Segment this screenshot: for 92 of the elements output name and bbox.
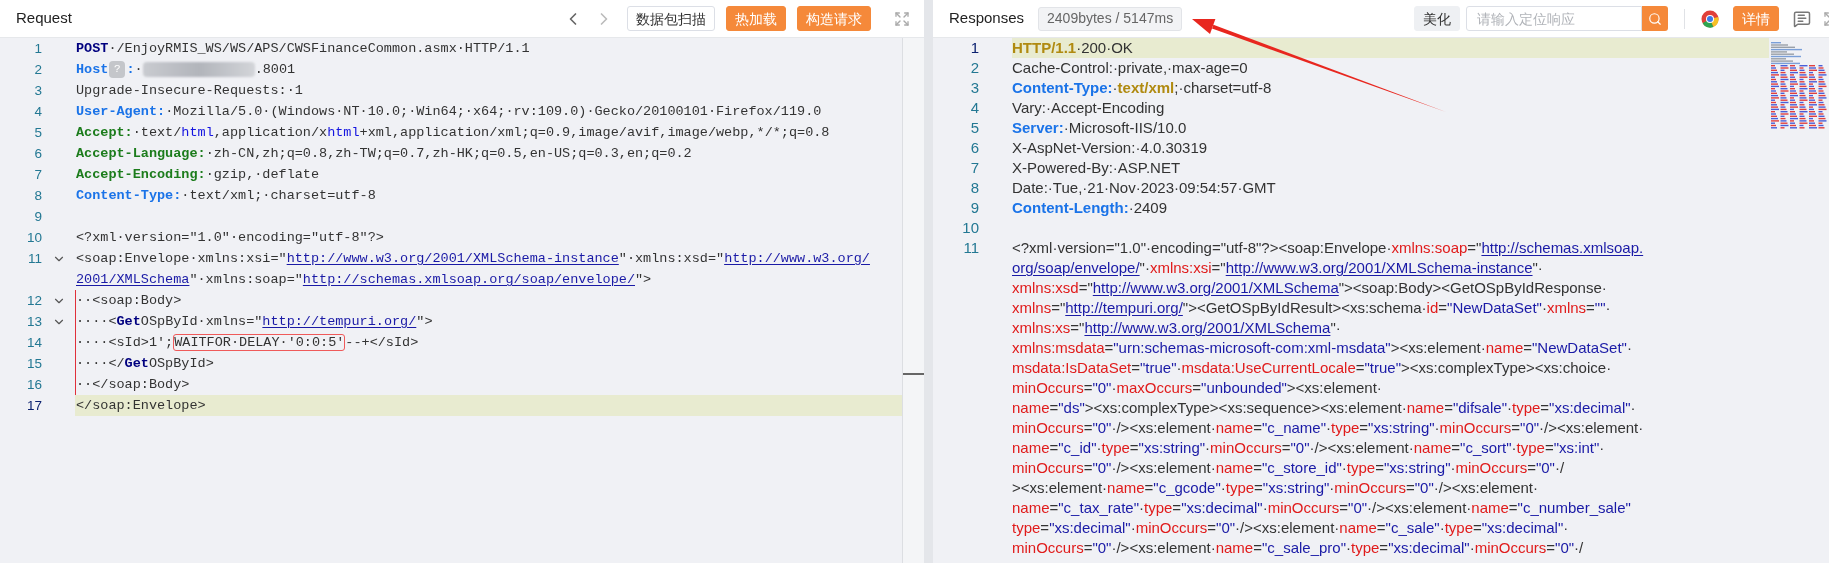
- line-number: 5: [969, 118, 979, 138]
- code-line: xmlns:msdata="urn:schemas-microsoft-com:xml-msdata"><xs:element·name="NewDataSet"·: [1012, 338, 1633, 358]
- code-line: ····<GetOSpById·xmlns="http://tempuri.org/">: [76, 313, 434, 331]
- search-icon: [1648, 11, 1662, 26]
- code-text: ····<sId>1';: [76, 335, 174, 350]
- search-field[interactable]: 请输入定位响应: [1466, 6, 1642, 31]
- browser-icon[interactable]: [1701, 9, 1719, 28]
- line-number: 2: [33, 61, 42, 79]
- code-line: name="c_id"·type="xs:string"·minOccurs="0"·/><xs:element·name="c_sort"·type="xs:int"·: [1012, 438, 1606, 458]
- code-line: Content-Type:·text/xml;·charset=utf-8: [1012, 78, 1273, 98]
- code-line: X-AspNet-Version:·4.0.30319: [1012, 138, 1209, 158]
- code-line: Upgrade-Insecure-Requests:·1: [76, 82, 304, 100]
- line-number: 7: [33, 166, 42, 184]
- line-number: 16: [25, 376, 42, 394]
- line-number: 8: [33, 187, 42, 205]
- line-number: 4: [969, 98, 979, 118]
- line-number: 6: [33, 145, 42, 163]
- line-number: 7: [969, 158, 979, 178]
- line-number: 11: [27, 250, 42, 268]
- code-line: X-Powered-By:·ASP.NET: [1012, 158, 1182, 178]
- line-number: 9: [33, 208, 42, 226]
- code-line: xmlns:xsd="http://www.w3.org/2001/XMLSchema"><soap:Body><GetOSpByIdResponse·: [1012, 278, 1608, 298]
- code-line: <?xml·version="1.0"·encoding="utf-8"?>: [76, 229, 385, 247]
- line-number: 3: [969, 78, 979, 98]
- toolbar-button[interactable]: 美化: [1414, 6, 1460, 31]
- line-number: 17: [25, 397, 42, 415]
- expand-icon[interactable]: [894, 10, 910, 27]
- line-number: 14: [25, 334, 42, 352]
- code-line: xmlns:xs="http://www.w3.org/2001/XMLSchema"·: [1012, 318, 1342, 338]
- toolbar-button[interactable]: 数据包扫描: [627, 6, 715, 31]
- code-line: Date:·Tue,·21·Nov·2023·09:54:57·GMT: [1012, 178, 1277, 198]
- code-line: POST·/EnjoyRMIS_WS/WS/APS/CWSFinanceCommon.asmx·HTTP/1.1: [76, 40, 531, 58]
- line-number: 3: [33, 82, 42, 100]
- help-badge[interactable]: ?: [109, 60, 126, 78]
- line-number: 10: [25, 229, 42, 247]
- code-text: ·: [134, 62, 143, 77]
- line-number: 8: [969, 178, 979, 198]
- code-line: HTTP/1.1·200·OK: [1012, 38, 1134, 58]
- scrollbar-track[interactable]: [902, 38, 924, 563]
- code-line: <soap:Envelope·xmlns:xsi="http://www.w3.org/2001/XMLSchema-instance"·xmlns:xsd="http://www.w3.org/: [76, 250, 871, 268]
- code-line: minOccurs="0"·/><xs:element·name="c_name"·type="xs:string"·minOccurs="0"·/><xs:element·: [1012, 418, 1645, 438]
- minimap-drawing[interactable]: [1769, 40, 1829, 132]
- code-line: msdata:IsDataSet="true"·msdata:UseCurrentLocale="true"><xs:complexType><xs:choice·: [1012, 358, 1613, 378]
- code-line: ··</soap:Body>: [76, 376, 191, 394]
- toolbar-button[interactable]: 热加载: [726, 6, 786, 31]
- code-line: minOccurs="0"·maxOccurs="unbounded"><xs:element·: [1012, 378, 1383, 398]
- code-line: </soap:Envelope>: [76, 397, 207, 415]
- line-number: 4: [33, 103, 42, 121]
- code-text: --+</sId>: [345, 335, 419, 350]
- code-line: Content-Length:·2409: [1012, 198, 1168, 218]
- code-line: <?xml·version="1.0"·encoding="utf-8"?><soap:Envelope·xmlns:soap="http://schemas.xmlsoap.: [1012, 238, 1645, 258]
- code-line: org/soap/envelope/"·xmlns:xsi="http://www.w3.org/2001/XMLSchema-instance"·: [1012, 258, 1544, 278]
- toolbar-button[interactable]: 构造请求: [797, 6, 871, 31]
- code-line: minOccurs="0"·/><xs:element·name="c_sale_pro"·type="xs:decimal"·minOccurs="0"·/: [1012, 538, 1585, 558]
- code-line: ····</GetOSpById>: [76, 355, 215, 373]
- highlight-box: WAITFOR·DELAY·'0:0:5': [173, 334, 346, 351]
- line-number: 13: [25, 313, 42, 331]
- line-number: 5: [33, 124, 42, 142]
- line-number: 1: [969, 38, 979, 58]
- code-line: minOccurs="0"·/><xs:element·name="c_store_id"·type="xs:string"·minOccurs="0"·/: [1012, 458, 1566, 478]
- line-number: 15: [25, 355, 42, 373]
- code-line: Server:·Microsoft-IIS/10.0: [1012, 118, 1188, 138]
- line-number: 11: [962, 238, 979, 258]
- code-line: ··<soap:Body>: [76, 292, 183, 310]
- panel-title: Responses: [949, 8, 1025, 29]
- comment-icon[interactable]: [1793, 9, 1811, 28]
- code-line: Accept-Language:·zh-CN,zh;q=0.8,zh-TW;q=0.7,zh-HK;q=0.5,en-US;q=0.3,en;q=0.2: [76, 145, 693, 163]
- code-text: Host: [76, 62, 109, 77]
- code-text: .8001: [254, 62, 296, 77]
- stats-badge: 2409bytes / 5147ms: [1038, 6, 1183, 31]
- line-number: 9: [969, 198, 979, 218]
- code-line: User-Agent:·Mozilla/5.0·(Windows·NT·10.0;·Win64;·x64;·rv:109.0)·Gecko/20100101·Firefox/119.0: [76, 103, 823, 121]
- code-line: type="xs:decimal"·minOccurs="0"·/><xs:element·name="c_sale"·type="xs:decimal"·: [1012, 518, 1570, 538]
- code-line: Accept:·text/html,application/xhtml+xml,application/xml;q=0.9,image/avif,image/webp,*/*;q=0.8: [76, 124, 831, 142]
- toolbar-button[interactable]: 详情: [1733, 6, 1779, 31]
- code-line: Cache-Control:·private,·max-age=0: [1012, 58, 1249, 78]
- line-number: 12: [25, 292, 42, 310]
- code-line: Accept-Encoding:·gzip,·deflate: [76, 166, 321, 184]
- line-number: 2: [969, 58, 979, 78]
- code-line: 2001/XMLSchema"·xmlns:soap="http://schemas.xmlsoap.org/soap/envelope/">: [76, 271, 653, 289]
- line-number: 6: [969, 138, 979, 158]
- code-line: Vary:·Accept-Encoding: [1012, 98, 1166, 118]
- code-line: name="ds"><xs:complexType><xs:sequence><xs:element·name="difsale"·type="xs:decimal"·: [1012, 398, 1637, 418]
- code-line: ><xs:element·name="c_gcode"·type="xs:string"·minOccurs="0"·/><xs:element·: [1012, 478, 1539, 498]
- scroll-marker: [903, 373, 924, 375]
- code-text: :: [126, 62, 135, 77]
- code-line: xmlns="http://tempuri.org/"><GetOSpByIdResult><xs:schema·id="NewDataSet"·xmlns=""·: [1012, 298, 1612, 318]
- line-number: 1: [33, 40, 42, 58]
- code-line: name="c_tax_rate"·type="xs:decimal"·minOccurs="0"·/><xs:element·name="c_number_sale": [1012, 498, 1632, 518]
- panel-title: Request: [16, 8, 72, 29]
- code-line: Content-Type:·text/xml;·charset=utf-8: [76, 187, 377, 205]
- line-number: 10: [961, 218, 979, 238]
